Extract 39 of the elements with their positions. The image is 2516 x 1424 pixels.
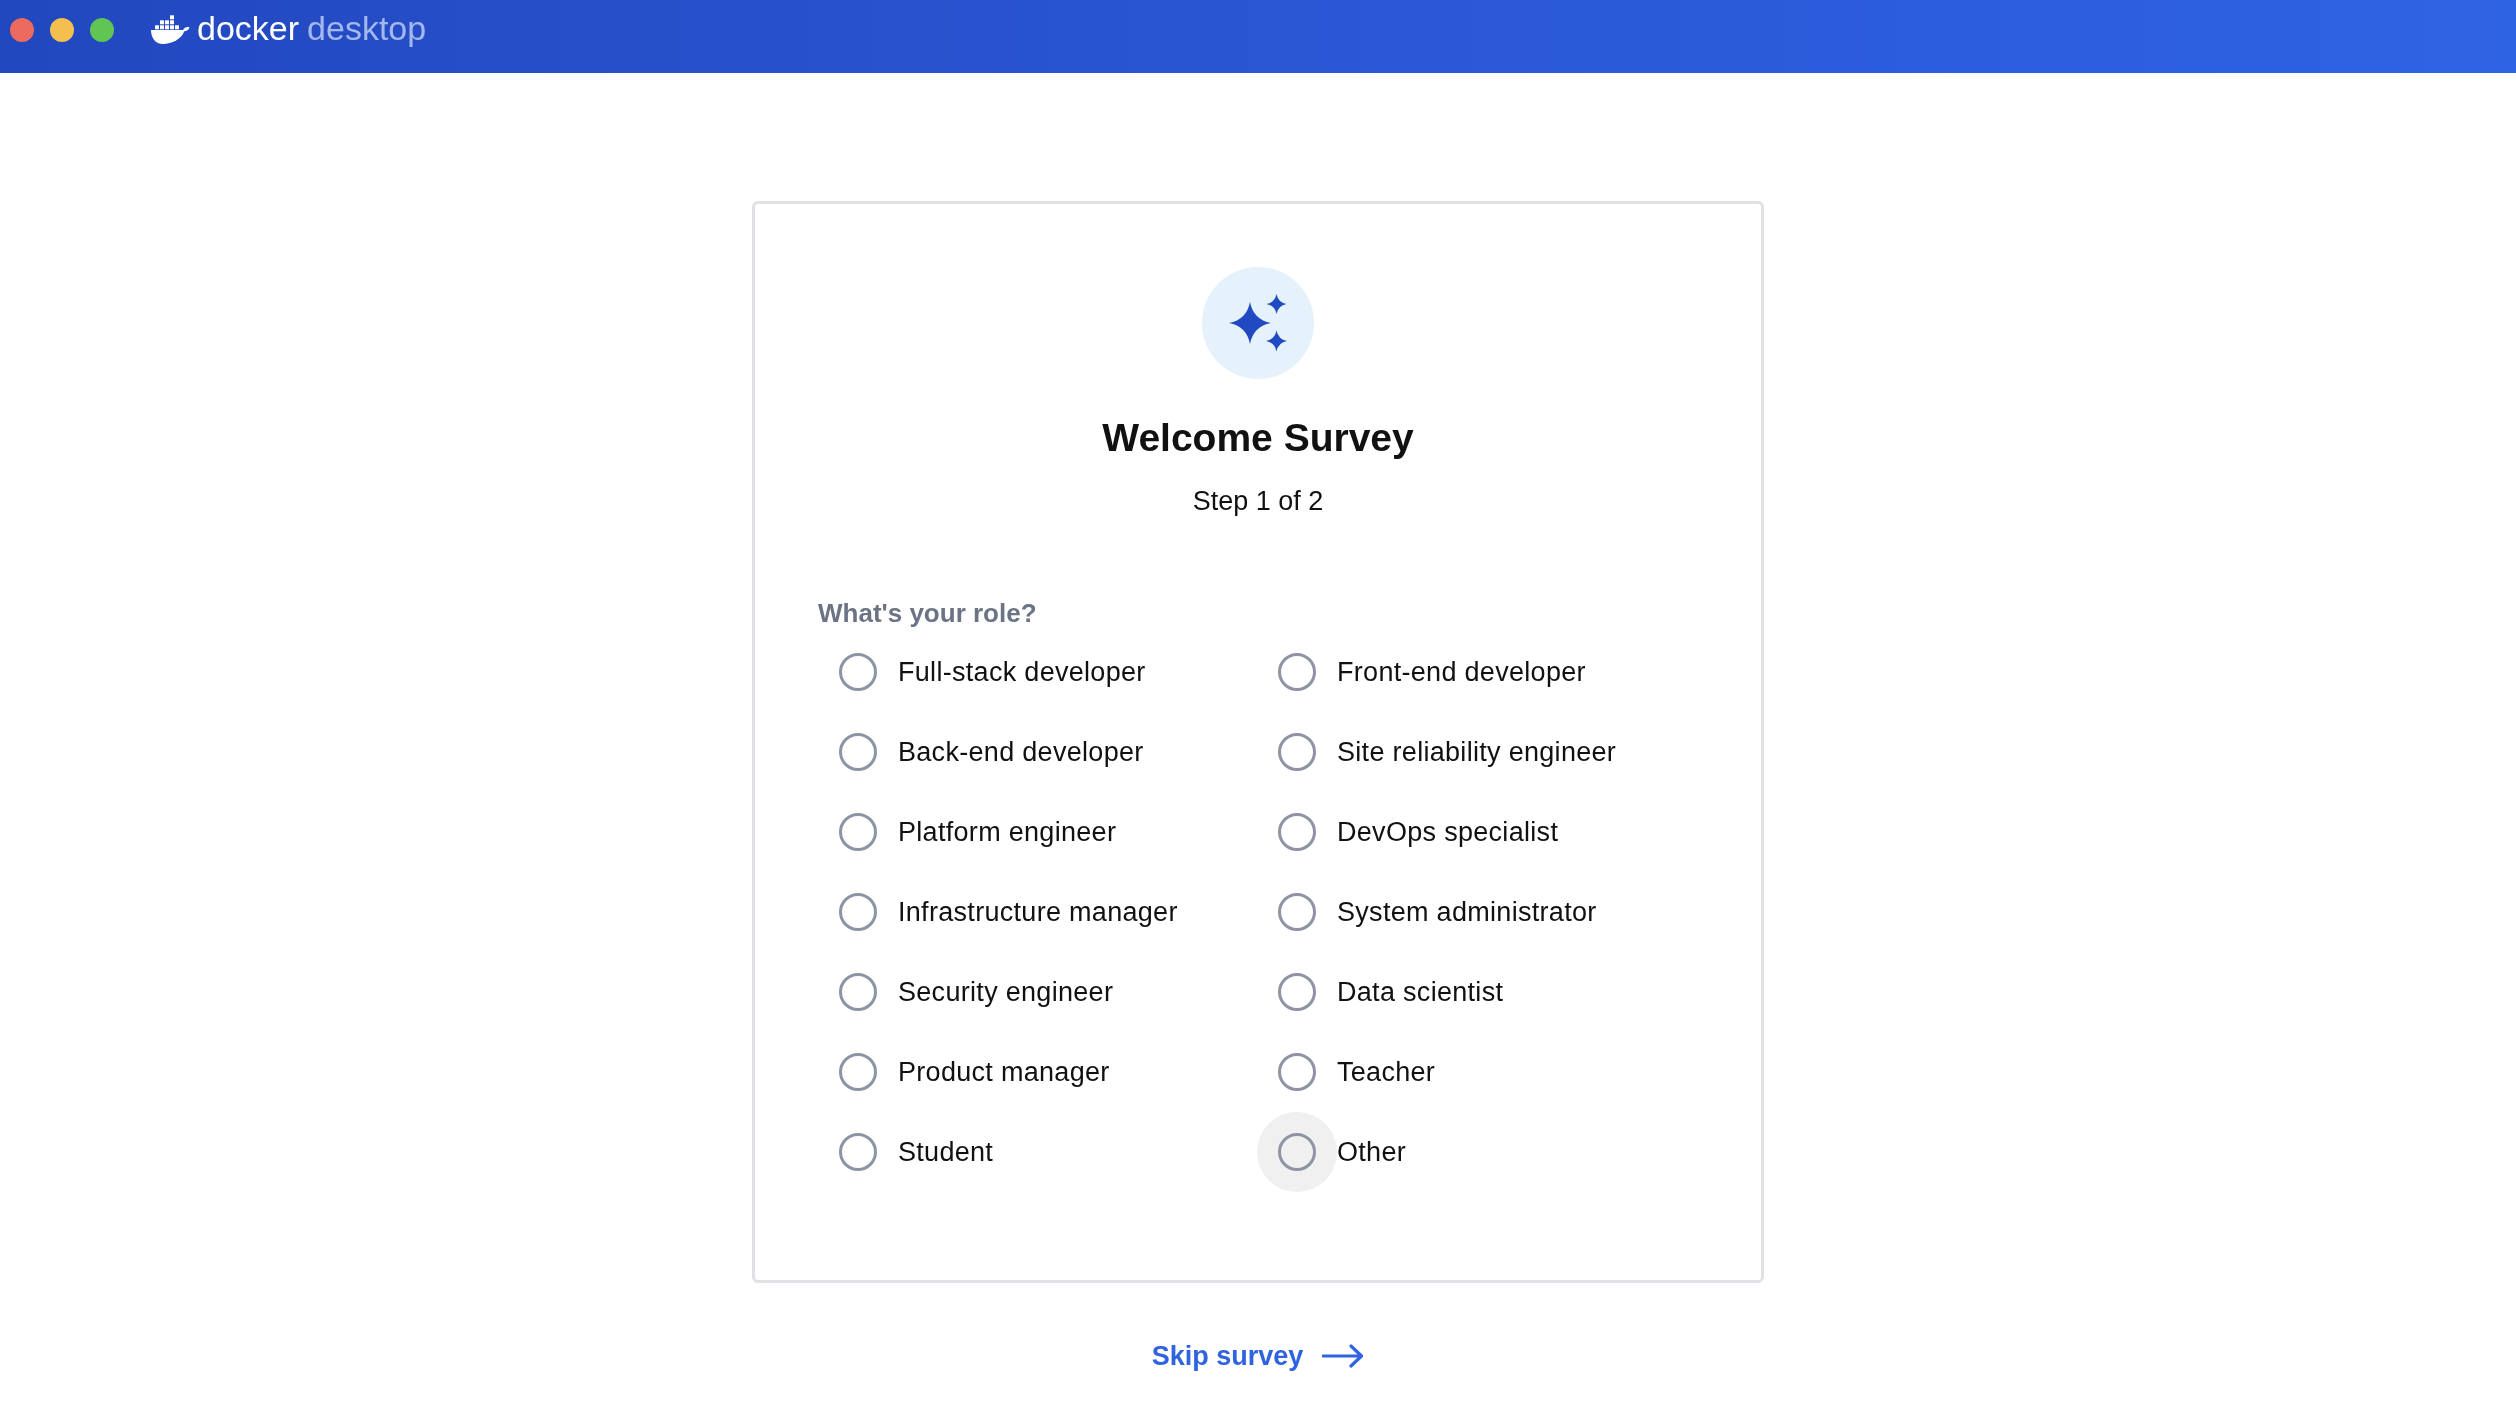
product-name: desktop [307, 10, 427, 45]
radio-label[interactable]: Platform engineer [898, 814, 1117, 850]
radio-label[interactable]: Infrastructure manager [898, 894, 1178, 930]
step-indicator: Step 1 of 2 [1192, 485, 1324, 518]
window-close-button[interactable] [10, 18, 34, 42]
radio-label[interactable]: Full-stack developer [898, 654, 1146, 690]
skip-survey-link[interactable]: Skip survey [1151, 1338, 1365, 1374]
radio-button[interactable] [839, 733, 877, 771]
radio-button[interactable] [839, 893, 877, 931]
radio-button[interactable] [1278, 893, 1316, 931]
radio-button[interactable] [839, 973, 877, 1011]
radio-label[interactable]: DevOps specialist [1337, 814, 1559, 850]
window-minimize-button[interactable] [50, 18, 74, 42]
arrow-right-icon [1322, 1344, 1365, 1368]
radio-label[interactable]: Student [898, 1134, 994, 1170]
radio-button[interactable] [839, 653, 877, 691]
radio-button[interactable] [1278, 653, 1316, 691]
whale-logo-icon [150, 15, 190, 45]
radio-label[interactable]: Back-end developer [898, 734, 1144, 770]
radio-label[interactable]: Other [1337, 1134, 1407, 1170]
radio-button[interactable] [1278, 973, 1316, 1011]
radio-button[interactable] [1278, 733, 1316, 771]
window-zoom-button[interactable] [90, 18, 114, 42]
radio-button[interactable] [839, 813, 877, 851]
radio-label[interactable]: Site reliability engineer [1337, 734, 1617, 770]
radio-label[interactable]: Product manager [898, 1054, 1110, 1090]
app-name: docker [197, 10, 300, 45]
radio-label[interactable]: System administrator [1337, 894, 1597, 930]
radio-label[interactable]: Security engineer [898, 974, 1114, 1010]
survey-title: Welcome Survey [1102, 415, 1414, 461]
radio-label[interactable]: Front-end developer [1337, 654, 1586, 690]
question-label: What's your role? [818, 597, 1038, 630]
radio-label[interactable]: Teacher [1337, 1054, 1436, 1090]
radio-button[interactable] [1278, 813, 1316, 851]
radio-button[interactable] [839, 1053, 877, 1091]
sparkles-icon [1202, 267, 1314, 379]
radio-label[interactable]: Data scientist [1337, 974, 1504, 1010]
radio-button[interactable] [839, 1133, 877, 1171]
radio-button[interactable] [1278, 1053, 1316, 1091]
